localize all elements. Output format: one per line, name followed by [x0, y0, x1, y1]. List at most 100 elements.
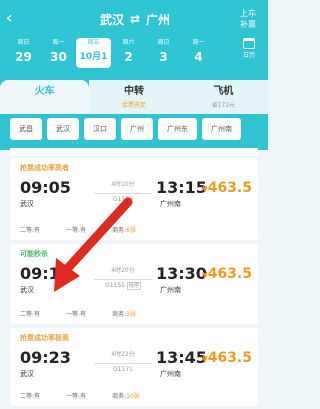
- train-number-text: G1109: [113, 196, 133, 203]
- seat-count: 有: [34, 311, 41, 318]
- price-value: 463.5: [207, 350, 252, 366]
- tab-title: 飞机: [213, 86, 234, 97]
- date-day: 30: [50, 50, 67, 64]
- arrive-time: 13:30: [156, 264, 207, 283]
- date-selector: 周日 29 周一 30 周五 10月1日 周六 2 周日 3 周一 4: [6, 38, 216, 80]
- price-value: 463.5: [207, 266, 252, 282]
- seat-first-class: 一等:有: [66, 309, 86, 318]
- date-item[interactable]: 周六 2: [111, 38, 146, 68]
- seat-label: 一等:: [66, 393, 81, 400]
- train-number: G1171: [94, 366, 152, 373]
- date-weekday: 周六: [122, 39, 135, 46]
- stop-tag[interactable]: 经停: [126, 282, 141, 290]
- seat-business-class: 商务:3张: [112, 309, 136, 318]
- calendar-icon: [243, 38, 255, 49]
- seat-label: 商务:: [112, 311, 127, 318]
- date-item-selected[interactable]: 周五 10月1日: [76, 38, 111, 80]
- seat-count: 10张: [126, 393, 140, 400]
- onboard-ticket-button[interactable]: 上车 补票: [234, 8, 262, 30]
- station-chip[interactable]: 武汉: [47, 118, 79, 140]
- price: ¥463.5: [202, 350, 252, 366]
- arrive-time: 13:45: [156, 348, 207, 367]
- seat-first-class: 一等:有: [66, 391, 86, 400]
- seat-count: 3张: [126, 311, 136, 318]
- seat-business-class: 商务:6张: [112, 225, 136, 234]
- tab-flight[interactable]: 飞机 省172元: [178, 80, 268, 114]
- station-filter-bar: 武昌 武汉 汉口 广州 广州东 广州南: [0, 118, 278, 146]
- duration: 4时22分: [111, 351, 135, 358]
- seat-second-class: 二等:有: [20, 225, 40, 234]
- seat-label: 二等:: [20, 227, 35, 234]
- to-city[interactable]: 广州: [146, 11, 170, 28]
- train-card[interactable]: 可能秒杀 09:10 武汉 4时20分 G1155 经停 13:30 广州南 ¥…: [10, 244, 258, 324]
- price: ¥463.5: [202, 180, 252, 196]
- date-weekday: 周一: [192, 39, 205, 46]
- price-value: 463.5: [207, 180, 252, 196]
- date-day: 2: [124, 50, 133, 64]
- date-item[interactable]: 周日 29: [6, 38, 41, 68]
- tab-title: 中转: [123, 86, 144, 97]
- onboard-label-2: 补票: [240, 20, 256, 29]
- arrive-time: 13:15: [156, 178, 207, 197]
- date-day: 4: [194, 50, 203, 64]
- date-day: 3: [159, 50, 168, 64]
- seat-second-class: 二等:有: [20, 309, 40, 318]
- seat-availability: 二等:有 一等:有 商务:10张: [20, 391, 140, 400]
- duration: 4时20分: [111, 267, 135, 274]
- train-number-text: G1155: [105, 282, 125, 289]
- card-tag: 抢票成功率极高: [20, 334, 69, 342]
- onboard-label-1: 上车: [240, 9, 256, 18]
- seat-count: 有: [80, 393, 87, 400]
- station-chip[interactable]: 汉口: [84, 118, 116, 140]
- seat-second-class: 二等:有: [20, 391, 40, 400]
- train-card[interactable]: 抢票成功率极高 09:23 武汉 4时22分 G1171 13:45 广州南 ¥…: [10, 328, 258, 406]
- train-number-text: G1171: [113, 366, 133, 373]
- previous-card-edge: [10, 148, 258, 157]
- seat-label: 商务:: [112, 393, 127, 400]
- tab-title: 火车: [34, 86, 55, 97]
- seat-first-class: 一等:有: [66, 225, 86, 234]
- swap-icon[interactable]: ⇄: [130, 12, 140, 26]
- calendar-label: 日历: [242, 52, 255, 59]
- duration: 4时10分: [111, 181, 135, 188]
- route-line: [94, 363, 152, 364]
- seat-label: 一等:: [66, 227, 81, 234]
- depart-time: 09:10: [20, 264, 71, 283]
- date-weekday: 周五: [87, 39, 100, 46]
- date-item[interactable]: 周日 3: [146, 38, 181, 68]
- arrive-station: 广州南: [160, 286, 181, 294]
- seat-count: 有: [34, 227, 41, 234]
- transport-tabs: 火车 中转 余票充足 飞机 省172元: [0, 80, 268, 114]
- date-weekday: 周日: [157, 39, 170, 46]
- from-city[interactable]: 武汉: [100, 11, 124, 28]
- arrive-station: 广州南: [160, 370, 181, 378]
- card-tag: 抢票成功率高者: [20, 164, 69, 172]
- seat-count: 6张: [126, 227, 136, 234]
- station-chip[interactable]: 广州: [121, 118, 153, 140]
- train-card[interactable]: 抢票成功率高者 09:05 武汉 4时10分 G1109 13:15 广州南 ¥…: [10, 158, 258, 240]
- route-line: [94, 193, 152, 194]
- card-tag: 可能秒杀: [20, 250, 48, 258]
- depart-station: 武汉: [20, 370, 34, 378]
- price: ¥463.5: [202, 266, 252, 282]
- station-chip[interactable]: 广州东: [158, 118, 197, 140]
- date-day: 10月1日: [79, 52, 108, 80]
- tab-train[interactable]: 火车: [0, 80, 90, 114]
- calendar-button[interactable]: 日历: [236, 36, 262, 70]
- tab-sub: 省172元: [211, 102, 236, 109]
- depart-time: 09:23: [20, 348, 71, 367]
- date-day: 29: [15, 50, 32, 64]
- back-icon[interactable]: ‹: [6, 10, 22, 26]
- train-number: G1109: [94, 196, 152, 203]
- seat-count: 有: [34, 393, 41, 400]
- date-weekday: 周日: [17, 39, 30, 46]
- train-number: G1155 经停: [94, 282, 152, 290]
- tab-transfer[interactable]: 中转 余票充足: [89, 80, 179, 114]
- date-item[interactable]: 周一 30: [41, 38, 76, 68]
- arrive-station: 广州南: [160, 200, 181, 208]
- seat-availability: 二等:有 一等:有 商务:6张: [20, 225, 136, 234]
- depart-station: 武汉: [20, 286, 34, 294]
- date-item[interactable]: 周一 4: [181, 38, 216, 68]
- station-chip[interactable]: 武昌: [10, 118, 42, 140]
- station-chip[interactable]: 广州南: [202, 118, 241, 140]
